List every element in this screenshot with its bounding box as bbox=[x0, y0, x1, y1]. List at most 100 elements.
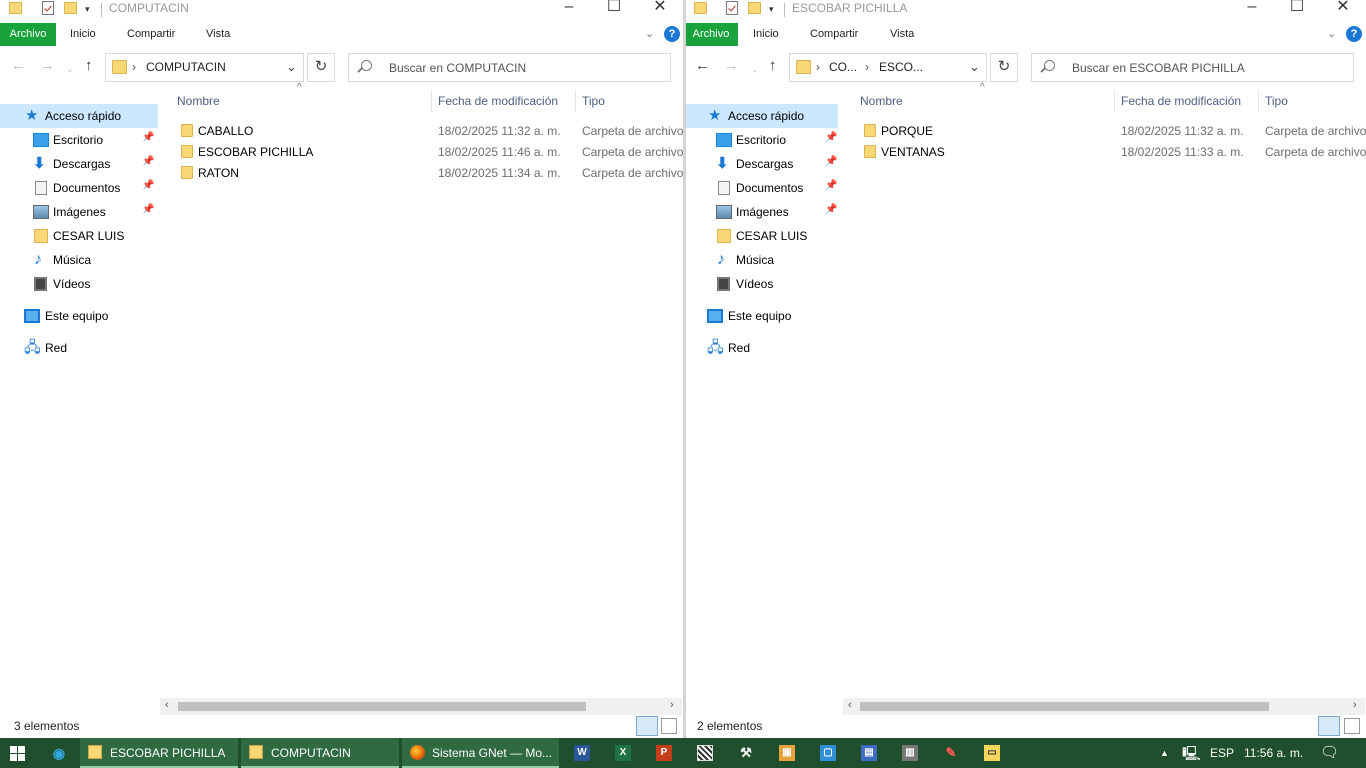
back-button[interactable]: ← bbox=[695, 57, 710, 75]
tab-archivo[interactable]: Archivo bbox=[0, 23, 56, 46]
column-divider[interactable] bbox=[1258, 90, 1259, 112]
customize-toolbar-icon[interactable]: ▾ bbox=[769, 2, 774, 20]
notifications-icon[interactable]: 🗨 bbox=[1320, 738, 1339, 768]
address-bar[interactable]: › COMPUTACIN ⌄ bbox=[105, 53, 304, 82]
app-icon[interactable]: ✎ bbox=[943, 745, 959, 761]
settings-tool-icon[interactable]: ⚒ bbox=[738, 745, 754, 761]
file-row[interactable]: ESCOBAR PICHILLA 18/02/2025 11:46 a. m. … bbox=[177, 141, 683, 162]
scrollbar-thumb[interactable] bbox=[860, 702, 1269, 711]
help-icon[interactable]: ? bbox=[664, 26, 680, 42]
large-icons-view-button[interactable] bbox=[1344, 718, 1360, 734]
scroll-right-icon[interactable]: › bbox=[670, 699, 674, 711]
start-button[interactable] bbox=[10, 746, 25, 761]
help-icon[interactable]: ? bbox=[1346, 26, 1362, 42]
network-status-icon[interactable]: 🖳 bbox=[1182, 738, 1201, 768]
taskbar-app-escobar-pichilla[interactable]: ESCOBAR PICHILLA bbox=[80, 738, 238, 768]
refresh-button[interactable]: ↻ bbox=[307, 53, 335, 82]
column-divider[interactable] bbox=[575, 90, 576, 112]
taskbar-app-firefox[interactable]: Sistema GNet — Mo... bbox=[402, 738, 559, 768]
sidebar-item-documentos[interactable]: Documentos 📌 bbox=[0, 176, 158, 200]
file-row[interactable]: PORQUE 18/02/2025 11:32 a. m. Carpeta de… bbox=[860, 120, 1366, 141]
breadcrumb-item[interactable]: ESCO... bbox=[879, 60, 923, 74]
scroll-right-icon[interactable]: › bbox=[1353, 699, 1357, 711]
scroll-left-icon[interactable]: ‹ bbox=[165, 699, 169, 711]
address-dropdown-icon[interactable]: ⌄ bbox=[969, 59, 980, 75]
up-button[interactable]: ↑ bbox=[769, 57, 777, 75]
breadcrumb-item[interactable]: CO... bbox=[829, 60, 857, 74]
tab-inicio[interactable]: Inicio bbox=[70, 23, 96, 46]
column-header-name[interactable]: Nombre bbox=[860, 90, 903, 112]
sidebar-item-cesar-luis[interactable]: CESAR LUIS bbox=[686, 224, 838, 248]
details-view-button[interactable] bbox=[1318, 716, 1340, 736]
tab-vista[interactable]: Vista bbox=[890, 23, 914, 46]
tab-compartir[interactable]: Compartir bbox=[127, 23, 175, 46]
sidebar-item-descargas[interactable]: ⬇ Descargas 📌 bbox=[0, 152, 158, 176]
sidebar-item-descargas[interactable]: ⬇ Descargas 📌 bbox=[686, 152, 838, 176]
scrollbar-thumb[interactable] bbox=[178, 702, 586, 711]
app-icon[interactable]: ▤ bbox=[861, 745, 877, 761]
close-button[interactable]: ✕ bbox=[1320, 0, 1366, 19]
close-button[interactable]: ✕ bbox=[637, 0, 683, 19]
address-dropdown-icon[interactable]: ⌄ bbox=[286, 59, 297, 75]
powerpoint-icon[interactable]: P bbox=[656, 745, 672, 761]
scroll-left-icon[interactable]: ‹ bbox=[848, 699, 852, 711]
column-header-date[interactable]: Fecha de modificación bbox=[1121, 90, 1241, 112]
sidebar-item-imagenes[interactable]: Imágenes 📌 bbox=[0, 200, 158, 224]
tab-inicio[interactable]: Inicio bbox=[753, 23, 779, 46]
excel-icon[interactable]: X bbox=[615, 745, 631, 761]
expand-ribbon-icon[interactable]: ⌄ bbox=[645, 27, 654, 40]
column-header-date[interactable]: Fecha de modificación bbox=[438, 90, 558, 112]
refresh-button[interactable]: ↻ bbox=[990, 53, 1018, 82]
search-box[interactable]: Buscar en ESCOBAR PICHILLA bbox=[1031, 53, 1354, 82]
app-icon[interactable]: ▣ bbox=[779, 745, 795, 761]
horizontal-scrollbar[interactable]: ‹ › bbox=[160, 698, 682, 715]
minimize-button[interactable]: – bbox=[546, 0, 592, 19]
sidebar-item-videos[interactable]: Vídeos bbox=[686, 272, 838, 296]
taskbar-app-computacin[interactable]: COMPUTACIN bbox=[241, 738, 399, 768]
expand-ribbon-icon[interactable]: ⌄ bbox=[1327, 27, 1336, 40]
sidebar-item-escritorio[interactable]: Escritorio 📌 bbox=[0, 128, 158, 152]
sidebar-item-videos[interactable]: Vídeos bbox=[0, 272, 158, 296]
recent-locations-icon[interactable]: ⌄ bbox=[66, 60, 74, 78]
column-header-type[interactable]: Tipo bbox=[582, 90, 605, 112]
sidebar-item-imagenes[interactable]: Imágenes 📌 bbox=[686, 200, 838, 224]
file-row[interactable]: RATON 18/02/2025 11:34 a. m. Carpeta de … bbox=[177, 162, 683, 183]
sidebar-item-red[interactable]: 🖧 Red bbox=[686, 336, 838, 360]
new-folder-icon[interactable] bbox=[748, 2, 761, 14]
new-folder-icon[interactable] bbox=[64, 2, 77, 14]
column-header-name[interactable]: Nombre bbox=[177, 90, 220, 112]
sidebar-item-este-equipo[interactable]: Este equipo bbox=[686, 304, 838, 328]
back-button[interactable]: ← bbox=[11, 57, 26, 75]
language-indicator[interactable]: ESP bbox=[1210, 738, 1234, 768]
notes-icon[interactable]: ▭ bbox=[984, 745, 1000, 761]
column-divider[interactable] bbox=[1114, 90, 1115, 112]
sidebar-item-red[interactable]: 🖧 Red bbox=[0, 336, 158, 360]
tab-vista[interactable]: Vista bbox=[206, 23, 230, 46]
properties-icon[interactable] bbox=[726, 1, 738, 15]
sidebar-item-musica[interactable]: ♪ Música bbox=[0, 248, 158, 272]
sidebar-item-escritorio[interactable]: Escritorio 📌 bbox=[686, 128, 838, 152]
sidebar-item-cesar-luis[interactable]: CESAR LUIS bbox=[0, 224, 158, 248]
customize-toolbar-icon[interactable]: ▾ bbox=[85, 2, 90, 20]
show-hidden-icons-icon[interactable]: ▲ bbox=[1160, 738, 1169, 768]
file-row[interactable]: CABALLO 18/02/2025 11:32 a. m. Carpeta d… bbox=[177, 120, 683, 141]
column-divider[interactable] bbox=[431, 90, 432, 112]
breadcrumb-item[interactable]: COMPUTACIN bbox=[146, 60, 226, 74]
minimize-button[interactable]: – bbox=[1229, 0, 1275, 19]
tab-compartir[interactable]: Compartir bbox=[810, 23, 858, 46]
maximize-button[interactable]: ☐ bbox=[591, 0, 637, 19]
maximize-button[interactable]: ☐ bbox=[1274, 0, 1320, 19]
clock[interactable]: 11:56 a. m. bbox=[1244, 738, 1303, 768]
recent-locations-icon[interactable]: ⌄ bbox=[751, 60, 759, 78]
horizontal-scrollbar[interactable]: ‹ › bbox=[843, 698, 1365, 715]
forward-button[interactable]: → bbox=[40, 57, 55, 75]
edge-icon[interactable]: ◉ bbox=[51, 745, 67, 761]
address-bar[interactable]: › CO... › ESCO... ⌄ bbox=[789, 53, 987, 82]
file-row[interactable]: VENTANAS 18/02/2025 11:33 a. m. Carpeta … bbox=[860, 141, 1366, 162]
app-icon[interactable]: ▢ bbox=[820, 745, 836, 761]
details-view-button[interactable] bbox=[636, 716, 658, 736]
sidebar-item-quick-access[interactable]: ★ Acceso rápido bbox=[686, 104, 838, 128]
search-box[interactable]: Buscar en COMPUTACIN bbox=[348, 53, 671, 82]
sidebar-item-musica[interactable]: ♪ Música bbox=[686, 248, 838, 272]
app-icon[interactable] bbox=[697, 745, 713, 761]
